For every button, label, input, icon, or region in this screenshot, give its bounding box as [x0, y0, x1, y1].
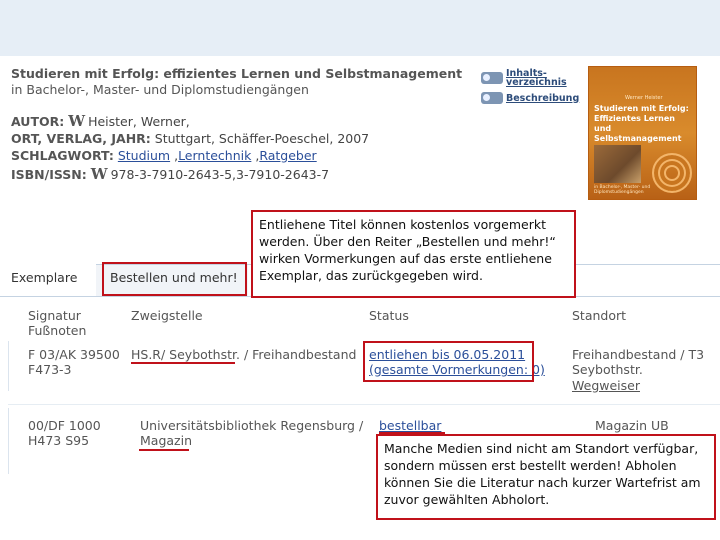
- row1-signature: F 03/AK 39500 F473-3: [28, 347, 120, 377]
- highlight-status-row1: [363, 341, 534, 382]
- description-button-label: Beschreibung: [506, 92, 580, 104]
- column-header-status: Status: [369, 308, 409, 323]
- row1-location: Freihandbestand / T3 Seybothstr.: [572, 347, 705, 377]
- highlight-order-tab: [102, 262, 247, 296]
- row-guide: [8, 341, 9, 391]
- tab-copies[interactable]: Exemplare: [11, 270, 77, 285]
- cover-photo: [594, 145, 641, 183]
- publisher-label: ORT, VERLAG, JAHR:: [11, 131, 151, 146]
- document-icon: [481, 72, 503, 84]
- row2-branch: Universitätsbibliothek Regensburg / Maga…: [140, 418, 364, 448]
- column-header-signature: Signatur Fußnoten: [28, 308, 87, 338]
- keyword-link-studium[interactable]: Studium: [118, 148, 170, 163]
- keyword-link-lerntechnik[interactable]: Lerntechnik: [178, 148, 251, 163]
- isbn-search-icon[interactable]: W: [91, 165, 108, 183]
- row-guide: [8, 408, 9, 474]
- isbn-value: 978-3-7910-2643-5,3-7910-2643-7: [110, 167, 330, 182]
- underline-branch-row1: [131, 362, 235, 364]
- book-cover-image: Werner Heister Studieren mit Erfolg: Eff…: [588, 66, 697, 200]
- description-button[interactable]: Beschreibung: [481, 90, 579, 106]
- isbn-label: ISBN/ISSN:: [11, 167, 87, 182]
- row2-location: Magazin UB: [595, 418, 669, 433]
- author-row: AUTOR: W Heister, Werner,: [11, 112, 190, 130]
- document-icon: [481, 92, 503, 104]
- row2-signature: 00/DF 1000 H473 S95: [28, 418, 101, 448]
- isbn-row: ISBN/ISSN: W 978-3-7910-2643-5,3-7910-264…: [11, 165, 329, 183]
- order-callout: Manche Medien sind nicht am Standort ver…: [376, 434, 716, 520]
- underline-branch-row2: [139, 449, 189, 451]
- cover-author: Werner Heister: [625, 95, 663, 101]
- keyword-separator: ,: [170, 148, 179, 163]
- row2-status-link[interactable]: bestellbar: [379, 418, 441, 433]
- author-value: Heister, Werner,: [88, 114, 190, 129]
- row1-branch: HS.R/ Seybothstr. / Freihandbestand: [131, 347, 357, 362]
- contents-button-label: Inhalts- verzeichnis: [506, 68, 567, 88]
- publisher-row: ORT, VERLAG, JAHR: Stuttgart, Schäffer-P…: [11, 131, 369, 146]
- contents-button[interactable]: Inhalts- verzeichnis: [481, 68, 567, 88]
- record-title: Studieren mit Erfolg: effizientes Lernen…: [11, 66, 463, 81]
- row1-wayfinder-link[interactable]: Wegweiser: [572, 378, 640, 393]
- record-subtitle: in Bachelor-, Master- und Diplomstudieng…: [11, 82, 309, 97]
- page-header-band: [0, 0, 720, 56]
- keyword-link-ratgeber[interactable]: Ratgeber: [259, 148, 316, 163]
- cover-title: Studieren mit Erfolg: Effizientes Lernen…: [594, 104, 689, 143]
- publisher-value: Stuttgart, Schäffer-Poeschel, 2007: [154, 131, 370, 146]
- keyword-row: SCHLAGWORT: Studium ,Lerntechnik ,Ratgeb…: [11, 148, 317, 163]
- column-header-branch: Zweigstelle: [131, 308, 203, 323]
- author-search-icon[interactable]: W: [68, 112, 85, 130]
- reservation-callout: Entliehene Titel können kostenlos vorgem…: [251, 210, 576, 298]
- author-label: AUTOR:: [11, 114, 65, 129]
- keyword-label: SCHLAGWORT:: [11, 148, 114, 163]
- column-header-location: Standort: [572, 308, 627, 323]
- cover-spiral-graphic: [652, 153, 692, 193]
- row-separator: [8, 404, 720, 405]
